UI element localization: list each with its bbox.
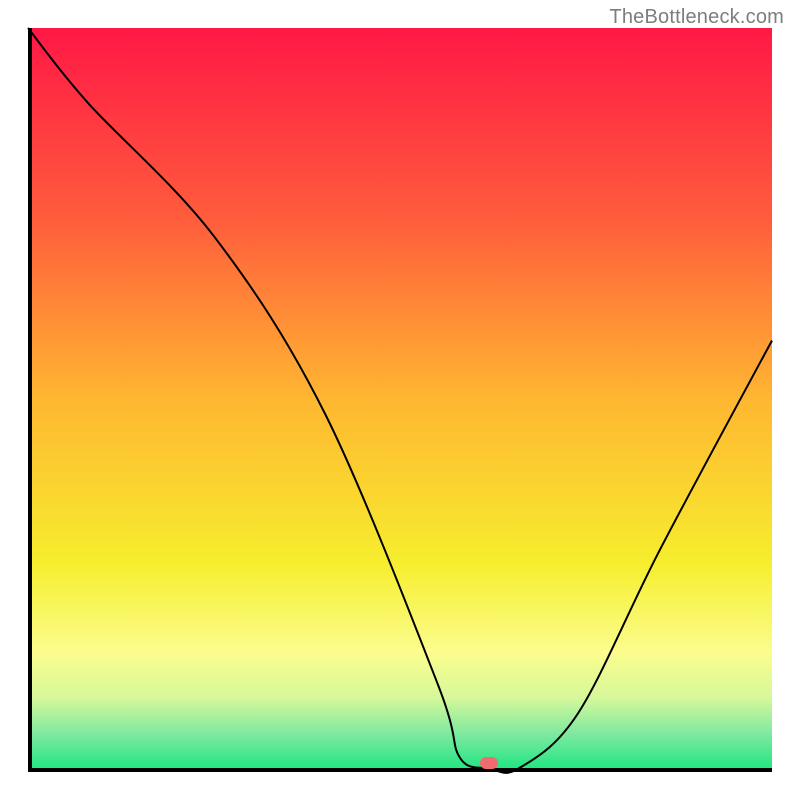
bottleneck-curve (28, 28, 772, 772)
chart-plot-area (28, 28, 772, 772)
optimal-point-marker (480, 757, 498, 769)
watermark-text: TheBottleneck.com (609, 6, 784, 29)
